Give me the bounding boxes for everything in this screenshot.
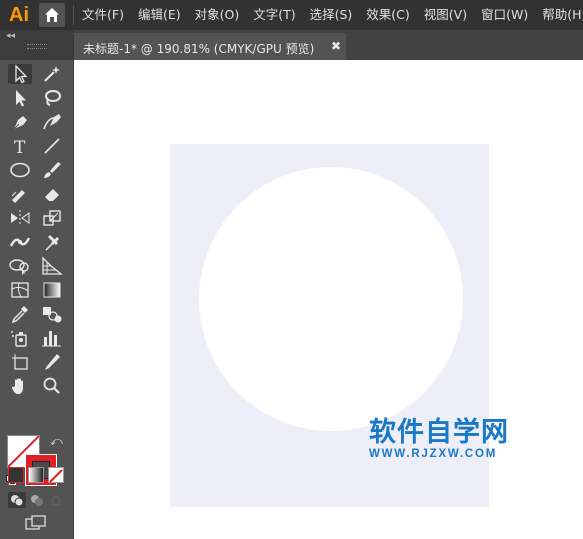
main-menu: 文件(F) 编辑(E) 对象(O) 文字(T) 选择(S) 效果(C) 视图(V… [82,0,583,30]
menu-bar: Ai 文件(F) 编辑(E) 对象(O) 文字(T) 选择(S) 效果(C) 视… [0,0,583,30]
document-tab-title: 未标题-1* @ 190.81% (CMYK/GPU 预览) [83,42,315,56]
home-icon [45,8,59,22]
menu-window[interactable]: 窗口(W) [481,0,528,30]
document-tab-bar: 未标题-1* @ 190.81% (CMYK/GPU 预览) ✖ [74,30,583,60]
close-tab-icon[interactable]: ✖ [331,39,341,53]
menu-type[interactable]: 文字(T) [253,0,295,30]
draw-mode-icons[interactable] [8,492,66,508]
symbol-sprayer-tool-icon[interactable] [8,328,32,348]
svg-text:T: T [14,138,26,156]
menu-separator [73,5,74,25]
scale-tool-icon[interactable] [40,208,64,228]
shaper-tool-icon[interactable] [8,184,32,204]
screen-mode-icon[interactable] [25,515,47,531]
direct-selection-tool-icon[interactable] [8,88,32,108]
menu-edit[interactable]: 编辑(E) [138,0,181,30]
width-tool-icon[interactable] [8,232,32,252]
menu-effect[interactable]: 效果(C) [366,0,409,30]
color-mode-button[interactable] [8,467,24,483]
document-tab[interactable]: 未标题-1* @ 190.81% (CMYK/GPU 预览) ✖ [74,33,346,60]
menu-object[interactable]: 对象(O) [195,0,240,30]
document-canvas[interactable] [74,60,583,539]
shape-builder-tool-icon[interactable] [8,256,32,276]
ellipse-tool-icon[interactable] [8,160,32,180]
app-logo: Ai [9,4,29,26]
line-segment-tool-icon[interactable] [40,136,64,156]
slice-tool-icon[interactable] [40,352,64,372]
mesh-tool-icon[interactable] [8,280,32,300]
home-button[interactable] [39,3,65,27]
none-mode-button[interactable] [48,467,64,483]
watermark: 软件自学网 WWW.RJZXW.COM [369,417,509,461]
artboard-tool-icon[interactable] [8,352,32,372]
white-circle-shape[interactable] [199,167,463,431]
watermark-main-text: 软件自学网 [369,417,509,448]
watermark-url-text: WWW.RJZXW.COM [369,448,498,460]
menu-file[interactable]: 文件(F) [82,0,124,30]
puppet-warp-tool-icon[interactable] [40,232,64,252]
eyedropper-tool-icon[interactable] [8,304,32,324]
menu-select[interactable]: 选择(S) [310,0,353,30]
panel-grip[interactable] [27,44,47,49]
tools-panel: ◂◂ T ⤺ [0,30,74,539]
magic-wand-tool-icon[interactable] [40,64,64,84]
menu-view[interactable]: 视图(V) [424,0,467,30]
reflect-tool-icon[interactable] [8,208,32,228]
gradient-tool-icon[interactable] [40,280,64,300]
gradient-mode-button[interactable] [28,467,44,483]
eraser-tool-icon[interactable] [40,184,64,204]
selection-tool-icon[interactable] [8,64,32,84]
perspective-grid-tool-icon[interactable] [40,256,64,276]
blend-tool-icon[interactable] [40,304,64,324]
paintbrush-tool-icon[interactable] [40,160,64,180]
hand-tool-icon[interactable] [8,376,32,396]
swap-fill-stroke-icon[interactable]: ⤺ [50,434,63,449]
tools-panel-header: ◂◂ [0,30,73,60]
menu-help[interactable]: 帮助(H) [542,0,583,30]
curvature-tool-icon[interactable] [40,112,64,132]
zoom-tool-icon[interactable] [40,376,64,396]
pen-tool-icon[interactable] [8,112,32,132]
none-icon [49,469,63,483]
collapse-panel-icon[interactable]: ◂◂ [6,31,15,41]
column-graph-tool-icon[interactable] [40,328,64,348]
lasso-tool-icon[interactable] [40,88,64,108]
type-tool-icon[interactable]: T [8,136,32,156]
